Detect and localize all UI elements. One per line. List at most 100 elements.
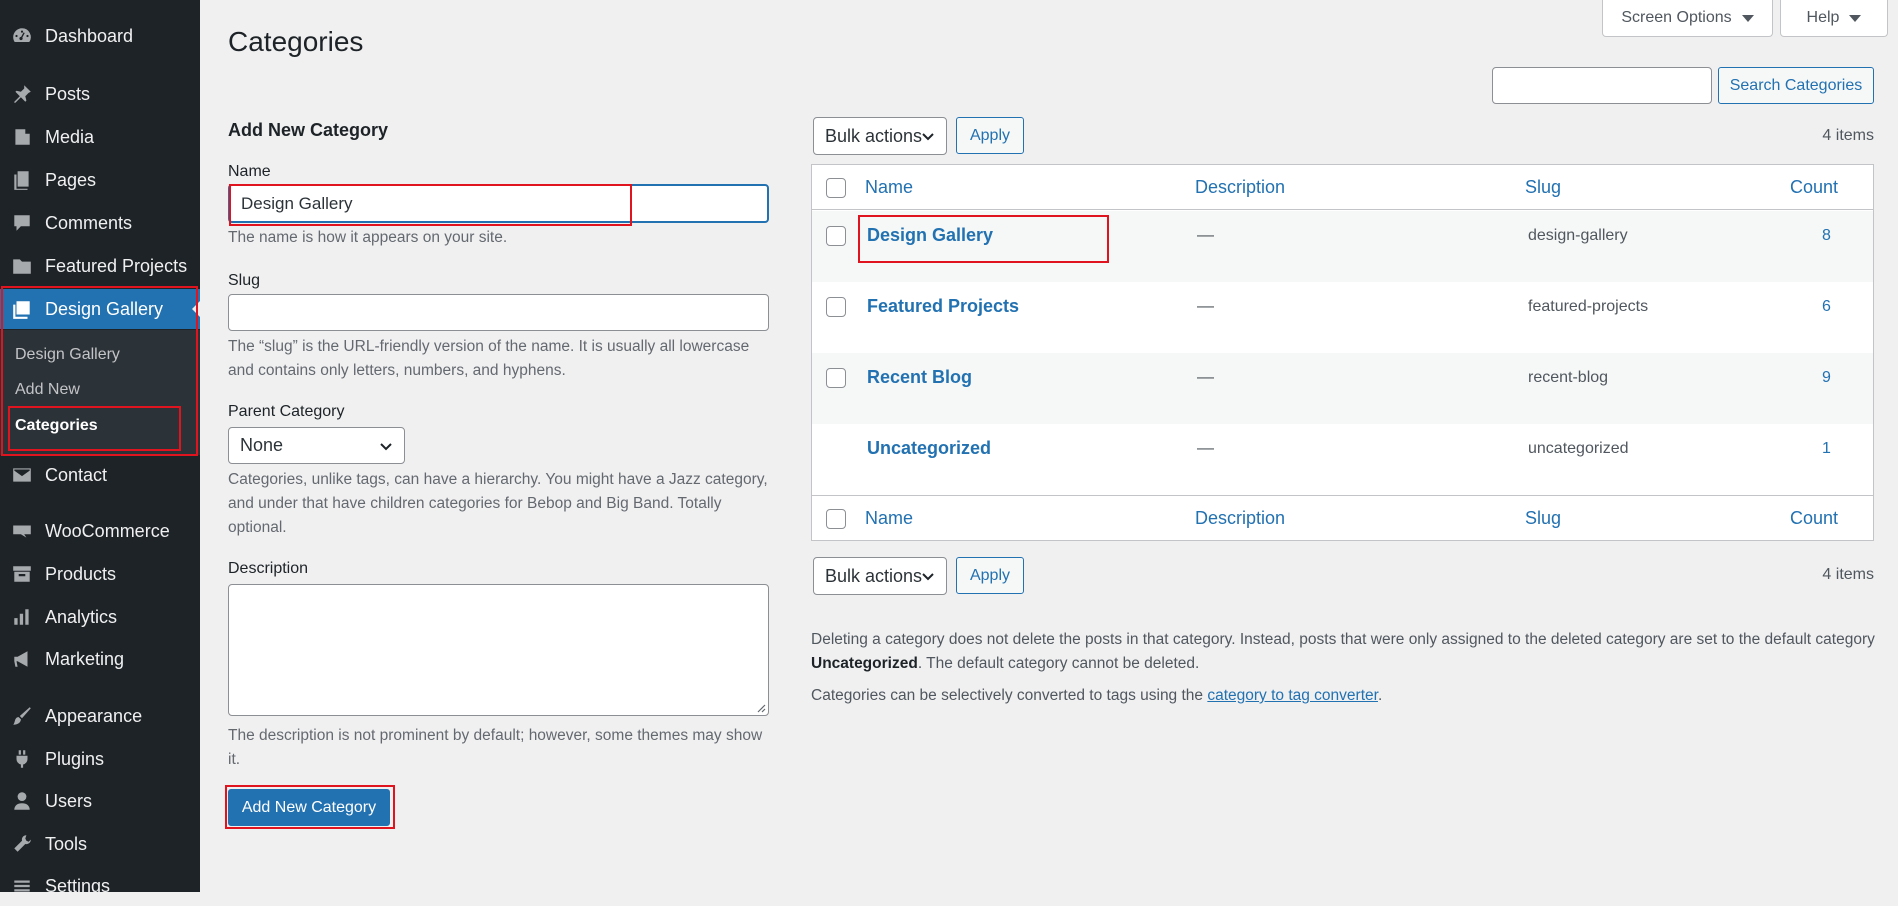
parent-category-value: None [240, 435, 284, 455]
menu-marketing[interactable]: Marketing [0, 639, 200, 679]
category-count[interactable]: 1 [1822, 440, 1831, 458]
menu-woocommerce[interactable]: WooCommerce [0, 511, 200, 551]
bulk-actions-select-bottom[interactable]: Bulk actions [813, 557, 947, 595]
column-slug[interactable]: Slug [1525, 508, 1561, 529]
category-name-link[interactable]: Design Gallery [867, 225, 993, 246]
menu-label: Comments [45, 212, 133, 233]
menu-tools[interactable]: Tools [0, 824, 200, 864]
admin-sidebar: Dashboard Posts Media Pages Comments Fea… [0, 0, 200, 896]
convert-note-suffix: . [1377, 687, 1383, 704]
slug-input[interactable] [228, 294, 769, 331]
bulk-actions-select-top[interactable]: Bulk actions [813, 117, 947, 155]
table-row: Uncategorized — uncategorized 1 [812, 424, 1873, 495]
slug-help: The “slug” is the URL-friendly version o… [228, 338, 750, 379]
megaphone-icon [9, 646, 35, 672]
menu-posts[interactable]: Posts [0, 74, 200, 114]
menu-dashboard[interactable]: Dashboard [0, 16, 200, 56]
menu-label: Featured Projects [45, 255, 188, 276]
category-to-tag-converter-link[interactable]: category to tag converter [1207, 687, 1378, 704]
category-count[interactable]: 9 [1822, 369, 1831, 387]
bar-chart-icon [9, 604, 35, 630]
menu-plugins[interactable]: Plugins [0, 739, 200, 779]
menu-label: Media [45, 126, 95, 147]
menu-users[interactable]: Users [0, 781, 200, 821]
name-label: Name [228, 163, 271, 180]
screen-options-label: Screen Options [1621, 9, 1732, 26]
add-new-category-button[interactable]: Add New Category [228, 789, 390, 826]
menu-label: Tools [45, 833, 88, 854]
select-all-checkbox-footer[interactable] [826, 509, 846, 529]
menu-appearance[interactable]: Appearance [0, 696, 200, 736]
category-description: — [1197, 438, 1214, 457]
category-description: — [1197, 225, 1214, 244]
menu-label: Design Gallery [45, 298, 164, 319]
apply-button-top[interactable]: Apply [956, 117, 1024, 154]
select-all-checkbox[interactable] [826, 178, 846, 198]
convert-note-text: Categories can be selectively converted … [811, 687, 1208, 704]
menu-label: Appearance [45, 705, 143, 726]
menu-comments[interactable]: Comments [0, 203, 200, 243]
wrench-icon [9, 831, 35, 857]
menu-label: Products [45, 563, 117, 584]
delete-category-note: Deleting a category does not delete the … [811, 628, 1881, 676]
description-textarea[interactable] [228, 584, 769, 716]
row-checkbox[interactable] [826, 297, 846, 317]
archive-icon [9, 561, 35, 587]
menu-design-gallery[interactable]: Design Gallery [0, 289, 200, 329]
user-icon [9, 788, 35, 814]
menu-settings[interactable]: Settings [0, 866, 200, 906]
help-button[interactable]: Help [1780, 0, 1888, 37]
delete-note-text-end: . The default category cannot be deleted… [917, 655, 1200, 672]
bulk-actions-value: Bulk actions [825, 565, 923, 586]
table-header: Name Description Slug Count [812, 165, 1873, 210]
search-categories-button[interactable]: Search Categories [1718, 67, 1874, 104]
mail-icon [9, 462, 35, 488]
menu-label: Settings [45, 875, 111, 896]
parent-category-help: Categories, unlike tags, can have a hier… [228, 471, 768, 536]
settings-icon [9, 873, 35, 899]
row-checkbox[interactable] [826, 368, 846, 388]
parent-category-select[interactable]: None [228, 427, 405, 464]
column-description[interactable]: Description [1195, 508, 1285, 529]
gallery-icon [9, 296, 35, 322]
brush-icon [9, 703, 35, 729]
woo-icon [9, 518, 35, 544]
menu-analytics[interactable]: Analytics [0, 597, 200, 637]
column-name[interactable]: Name [865, 177, 913, 198]
menu-contact[interactable]: Contact [0, 455, 200, 495]
categories-table: Name Description Slug Count Design Galle… [811, 164, 1874, 541]
pin-icon [9, 81, 35, 107]
resize-handle-icon[interactable] [756, 703, 766, 713]
menu-featured-projects[interactable]: Featured Projects [0, 246, 200, 286]
items-count-bottom: 4 items [1822, 566, 1874, 583]
category-name-link[interactable]: Featured Projects [867, 296, 1019, 317]
row-checkbox[interactable] [826, 226, 846, 246]
category-name-link[interactable]: Uncategorized [867, 438, 991, 459]
column-name[interactable]: Name [865, 508, 913, 529]
category-slug: uncategorized [1528, 440, 1629, 457]
description-help: The description is not prominent by defa… [228, 727, 763, 768]
menu-media[interactable]: Media [0, 117, 200, 157]
category-name-link[interactable]: Recent Blog [867, 367, 972, 388]
menu-pages[interactable]: Pages [0, 160, 200, 200]
submenu-design-gallery[interactable]: Design Gallery [15, 346, 120, 364]
comment-icon [9, 210, 35, 236]
category-count[interactable]: 8 [1822, 227, 1831, 245]
current-menu-arrow [192, 301, 200, 317]
menu-products[interactable]: Products [0, 554, 200, 594]
column-slug[interactable]: Slug [1525, 177, 1561, 198]
column-description[interactable]: Description [1195, 177, 1285, 198]
search-input[interactable] [1492, 67, 1712, 104]
submenu-add-new[interactable]: Add New [15, 381, 80, 399]
column-count[interactable]: Count [1790, 177, 1838, 198]
category-count[interactable]: 6 [1822, 298, 1831, 316]
category-slug: featured-projects [1528, 298, 1649, 315]
name-input[interactable] [228, 184, 769, 223]
apply-button-bottom[interactable]: Apply [956, 557, 1024, 594]
bulk-actions-value: Bulk actions [825, 125, 923, 146]
screen-options-button[interactable]: Screen Options [1602, 0, 1773, 37]
submenu-categories[interactable]: Categories [15, 417, 98, 435]
chevron-down-icon [380, 443, 392, 451]
column-count[interactable]: Count [1790, 508, 1838, 529]
slug-label: Slug [228, 272, 261, 289]
